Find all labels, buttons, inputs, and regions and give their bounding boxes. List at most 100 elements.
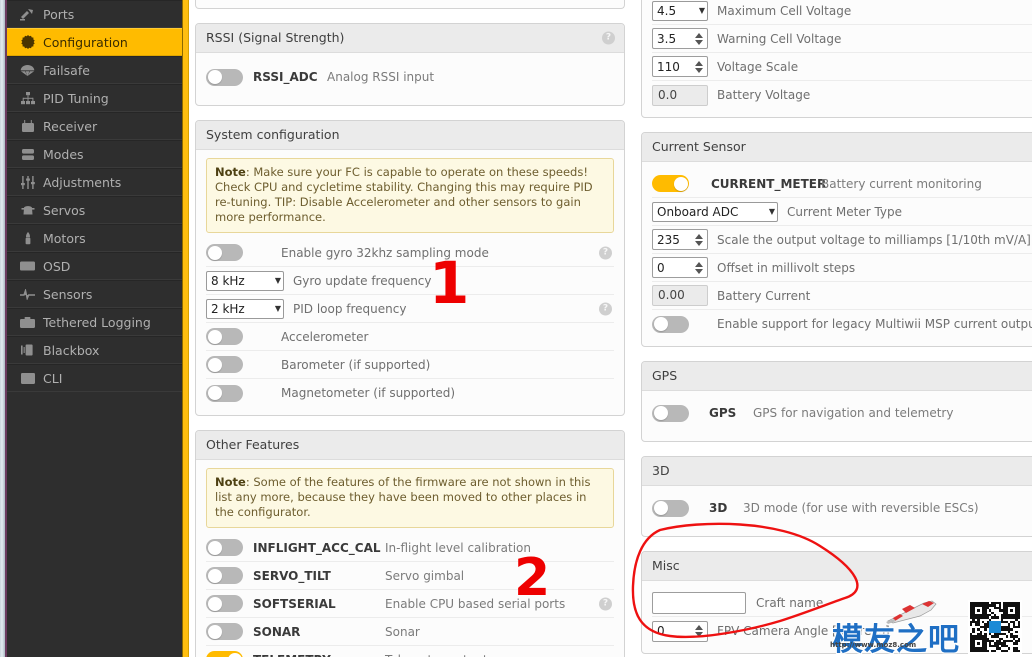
row-battery-current: 0.00 Battery Current [652, 282, 1032, 310]
servo-tilt-toggle[interactable] [206, 567, 243, 584]
softserial-desc: Enable CPU based serial ports [385, 596, 566, 611]
gyro-update-frequency-select[interactable]: 8 kHz ▼ [206, 270, 284, 291]
sidebar-item-label: PID Tuning [43, 90, 109, 106]
sidebar: Ports Configuration Failsafe PID Tuning [7, 0, 182, 657]
sonar-name: SONAR [253, 624, 301, 639]
gps-toggle[interactable] [652, 404, 689, 422]
sidebar-item-servos[interactable]: Servos [7, 196, 182, 224]
spinner-icon[interactable] [694, 623, 704, 640]
panel-current-sensor-header: Current Sensor [642, 133, 1032, 162]
sonar-toggle[interactable] [206, 623, 243, 640]
row-current-meter: CURRENT_METER Battery current monitoring [652, 170, 1032, 198]
panel-rssi: RSSI (Signal Strength) ? RSSI_ADC Analog… [195, 23, 625, 106]
sidebar-item-label: OSD [43, 258, 71, 274]
rssi-adc-toggle[interactable] [206, 68, 243, 86]
sidebar-item-pid-tuning[interactable]: PID Tuning [7, 84, 182, 112]
multiwii-msp-label: Enable support for legacy Multiwii MSP c… [717, 317, 1032, 331]
accelerometer-label: Accelerometer [281, 329, 369, 344]
sidebar-item-modes[interactable]: Modes [7, 140, 182, 168]
row-accelerometer: Accelerometer [206, 323, 614, 351]
voltage-scale-stepper[interactable] [652, 56, 708, 77]
fpv-camera-angle-stepper[interactable] [652, 620, 708, 642]
current-meter-type-label: Current Meter Type [787, 204, 903, 219]
multiwii-msp-toggle[interactable] [652, 315, 689, 333]
softserial-toggle[interactable] [206, 595, 243, 612]
maximum-cell-voltage-select[interactable]: 4.5 ▼ [652, 0, 708, 21]
sidebar-item-osd[interactable]: OSD [7, 252, 182, 280]
sidebar-item-tethered-logging[interactable]: Tethered Logging [7, 308, 182, 336]
craft-name-input[interactable] [652, 591, 746, 614]
panel-misc-title: Misc [652, 558, 680, 573]
current-meter-type-select[interactable]: Onboard ADC ▼ [652, 201, 778, 222]
panel-3d-title: 3D [652, 463, 670, 478]
other-features-note: Note: Some of the features of the firmwa… [206, 468, 614, 528]
battery-current-label: Battery Current [717, 288, 811, 303]
row-craft-name: Craft name [652, 589, 1032, 617]
warning-cell-voltage-stepper[interactable] [652, 28, 708, 49]
warning-cell-voltage-input[interactable] [653, 31, 691, 46]
current-offset-input[interactable] [653, 260, 691, 275]
sidebar-item-label: Configuration [43, 34, 128, 50]
sidebar-item-cli[interactable]: CLI [7, 364, 182, 392]
fpv-camera-angle-input[interactable] [653, 624, 691, 638]
sidebar-item-ports[interactable]: Ports [7, 0, 182, 28]
panel-gps-title: GPS [652, 368, 678, 383]
row-maximum-cell-voltage: 4.5 ▼ Maximum Cell Voltage [652, 0, 1032, 25]
sidebar-item-label: Adjustments [43, 174, 122, 190]
spinner-icon[interactable] [694, 58, 704, 75]
panel-gps: GPS GPS GPS for navigation and telemetry [641, 361, 1032, 442]
row-3d: 3D 3D mode (for use with reversible ESCs… [652, 494, 1032, 522]
gyro-32khz-toggle[interactable] [206, 244, 243, 261]
pid-loop-frequency-select[interactable]: 2 kHz ▼ [206, 298, 284, 319]
current-meter-desc: Battery current monitoring [821, 176, 982, 191]
current-offset-stepper[interactable] [652, 257, 708, 278]
sidebar-item-label: Motors [43, 230, 86, 246]
sidebar-item-label: Servos [43, 202, 86, 218]
chevron-down-icon: ▼ [698, 6, 705, 15]
telemetry-toggle[interactable] [206, 651, 243, 657]
gyro-update-frequency-value: 8 kHz [211, 273, 245, 288]
sidebar-item-adjustments[interactable]: Adjustments [7, 168, 182, 196]
sidebar-item-label: Modes [43, 146, 84, 162]
current-scale-input[interactable] [653, 232, 691, 247]
threed-toggle[interactable] [652, 499, 689, 517]
row-fpv-camera-angle: FPV Camera Angle [degrees] [652, 617, 1032, 645]
other-features-note-text: : Some of the features of the firmware a… [215, 475, 591, 519]
accelerometer-toggle[interactable] [206, 328, 243, 345]
row-servo-tilt: SERVO_TILT Servo gimbal [206, 562, 614, 590]
help-icon[interactable]: ? [599, 302, 612, 315]
servo-tilt-desc: Servo gimbal [385, 568, 465, 583]
spinner-icon[interactable] [694, 259, 704, 276]
current-scale-stepper[interactable] [652, 229, 708, 250]
panel-other-features-body: Note: Some of the features of the firmwa… [196, 460, 624, 657]
panel-system-title: System configuration [206, 127, 340, 142]
softserial-name: SOFTSERIAL [253, 596, 336, 611]
voltage-scale-input[interactable] [653, 59, 691, 74]
sidebar-item-sensors[interactable]: Sensors [7, 280, 182, 308]
inflight-acc-cal-toggle[interactable] [206, 539, 243, 556]
spinner-icon[interactable] [694, 30, 704, 47]
sidebar-item-failsafe[interactable]: Failsafe [7, 56, 182, 84]
spinner-icon[interactable] [694, 231, 704, 248]
sidebar-scrollbar[interactable] [182, 0, 189, 657]
row-multiwii-msp: Enable support for legacy Multiwii MSP c… [652, 310, 1032, 338]
help-icon[interactable]: ? [599, 597, 612, 610]
sitemap-icon [19, 91, 36, 105]
current-meter-toggle[interactable] [652, 175, 689, 192]
barometer-toggle[interactable] [206, 356, 243, 373]
row-current-offset: Offset in millivolt steps [652, 254, 1032, 282]
help-icon[interactable]: ? [602, 31, 615, 45]
panel-other-features-header: Other Features [196, 431, 624, 460]
inflight-acc-cal-desc: In-flight level calibration [385, 540, 531, 555]
help-icon[interactable]: ? [599, 246, 612, 259]
gear-icon [19, 35, 36, 49]
sidebar-item-motors[interactable]: Motors [7, 224, 182, 252]
system-note: Note: Make sure your FC is capable to op… [206, 158, 614, 233]
sidebar-item-label: Sensors [43, 286, 93, 302]
magnetometer-toggle[interactable] [206, 384, 243, 402]
sidebar-item-blackbox[interactable]: Blackbox [7, 336, 182, 364]
sidebar-item-configuration[interactable]: Configuration [7, 28, 182, 56]
row-current-scale: Scale the output voltage to milliamps [1… [652, 226, 1032, 254]
craft-name-label: Craft name [756, 595, 824, 610]
sidebar-item-receiver[interactable]: Receiver [7, 112, 182, 140]
